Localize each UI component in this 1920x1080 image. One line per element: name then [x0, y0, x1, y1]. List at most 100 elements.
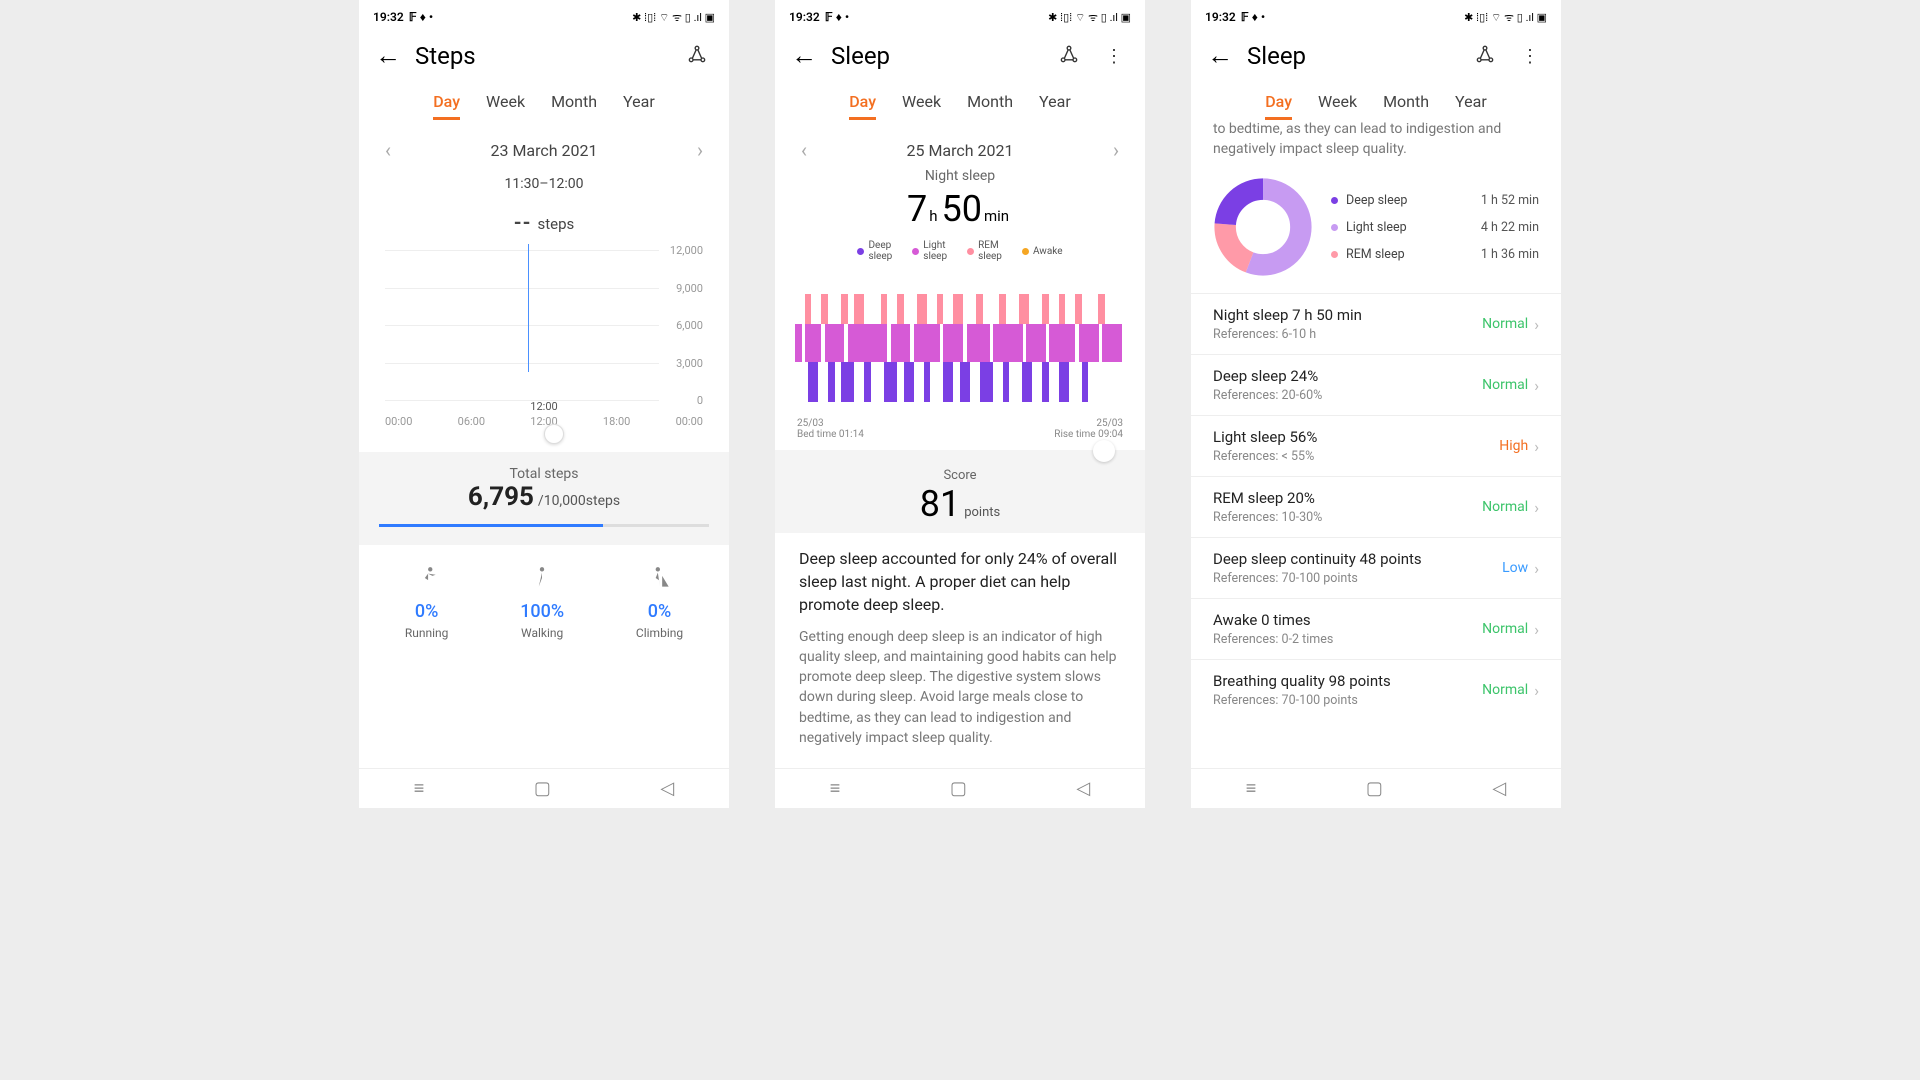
activity-pct: 0% [415, 601, 438, 622]
steps-chart[interactable]: 12,000 9,000 6,000 3,000 0 [385, 244, 703, 394]
back-button[interactable]: ← [1207, 43, 1233, 69]
metric-status: Low [1502, 560, 1528, 576]
metric-status: Normal [1482, 682, 1528, 698]
nav-back-icon[interactable]: ◁ [1492, 778, 1506, 799]
tab-year[interactable]: Year [1039, 92, 1071, 120]
nav-recent-icon[interactable]: ≡ [414, 778, 425, 799]
tab-day[interactable]: Day [849, 92, 876, 120]
xtick: 00:00 [385, 415, 412, 428]
header: ← Sleep ⋮ [775, 28, 1145, 78]
legend-time: 4 h 22 min [1481, 220, 1539, 235]
chevron-right-icon: › [1534, 376, 1539, 395]
metric-ref: References: 6-10 h [1213, 327, 1362, 342]
climbing-icon [647, 565, 673, 597]
score-label: Score [799, 468, 1121, 483]
nav-home-icon[interactable]: ▢ [1366, 778, 1383, 799]
share-icon[interactable] [1053, 44, 1085, 69]
android-navbar: ≡ ▢ ◁ [775, 768, 1145, 808]
more-icon[interactable]: ⋮ [1099, 46, 1129, 67]
ytick: 12,000 [659, 244, 703, 257]
legend-label: Awake [1033, 246, 1063, 257]
nav-home-icon[interactable]: ▢ [534, 778, 551, 799]
nav-recent-icon[interactable]: ≡ [1246, 778, 1257, 799]
nav-back-icon[interactable]: ◁ [660, 778, 674, 799]
chevron-right-icon: › [1534, 437, 1539, 456]
ytick: 0 [659, 394, 703, 407]
share-icon[interactable] [1469, 44, 1501, 69]
metric-row[interactable]: REM sleep 20%References: 10-30%Normal› [1191, 476, 1561, 537]
tab-month[interactable]: Month [551, 92, 597, 120]
metric-title: Awake 0 times [1213, 611, 1333, 629]
status-left-icons: 𝔽 ♦ • [1241, 10, 1265, 24]
chevron-right-icon: › [1534, 559, 1539, 578]
ytick: 6,000 [659, 319, 703, 332]
back-button[interactable]: ← [791, 43, 817, 69]
current-date: 25 March 2021 [906, 141, 1013, 160]
metric-title: Light sleep 56% [1213, 428, 1317, 446]
running-icon [414, 565, 440, 597]
legend-name: REM sleep [1346, 247, 1481, 262]
tab-week[interactable]: Week [902, 92, 941, 120]
score-value: 81 [920, 483, 960, 525]
x-axis: 00:00 06:00 12:00 18:00 00:00 [359, 413, 729, 428]
dot-icon [1331, 197, 1338, 204]
total-steps-card: Total steps 6,795 /10,000steps [359, 452, 729, 545]
slider-knob[interactable] [1093, 440, 1115, 462]
period-tabs: Day Week Month Year [1191, 78, 1561, 120]
metric-status: Normal [1482, 499, 1528, 515]
chart-cursor[interactable] [528, 244, 529, 372]
back-button[interactable]: ← [375, 43, 401, 69]
metric-title: REM sleep 20% [1213, 489, 1322, 507]
metric-ref: References: 10-30% [1213, 510, 1322, 525]
current-date: 23 March 2021 [490, 141, 597, 160]
nav-home-icon[interactable]: ▢ [950, 778, 967, 799]
prev-day-button[interactable]: ‹ [801, 138, 807, 162]
status-right-icons: ✱ ⁞▯⁞ ⌔ ᯤ ▯ .ıl ▣ [1464, 10, 1547, 25]
legend-name: Deep sleep [1346, 193, 1481, 208]
metric-row[interactable]: Deep sleep 24%References: 20-60%Normal› [1191, 354, 1561, 415]
activity-walking[interactable]: 100% Walking [520, 565, 564, 640]
metric-row[interactable]: Breathing quality 98 pointsReferences: 7… [1191, 659, 1561, 720]
activity-climbing[interactable]: 0% Climbing [636, 565, 683, 640]
next-day-button[interactable]: › [1113, 138, 1119, 162]
metric-row[interactable]: Awake 0 timesReferences: 0-2 timesNormal… [1191, 598, 1561, 659]
header: ← Sleep ⋮ [1191, 28, 1561, 78]
metric-row[interactable]: Night sleep 7 h 50 minReferences: 6-10 h… [1191, 293, 1561, 354]
dot-icon [912, 248, 919, 255]
metric-ref: References: 20-60% [1213, 388, 1322, 403]
tab-day[interactable]: Day [1265, 92, 1292, 120]
metric-row[interactable]: Light sleep 56% References: < 55% High › [1191, 415, 1561, 476]
metric-status: High [1499, 438, 1528, 454]
metric-row[interactable]: Deep sleep continuity 48 pointsReference… [1191, 537, 1561, 598]
stage-legend: Deep sleep Light sleep REM sleep Awake [775, 240, 1145, 262]
steps-unit: steps [537, 215, 574, 233]
sleep-stage-chart[interactable] [795, 284, 1125, 414]
activity-running[interactable]: 0% Running [405, 565, 449, 640]
activity-pct: 0% [648, 601, 671, 622]
tab-month[interactable]: Month [1383, 92, 1429, 120]
score-card: Score 81 points [775, 450, 1145, 533]
nav-recent-icon[interactable]: ≡ [830, 778, 841, 799]
legend-time: 1 h 36 min [1481, 247, 1539, 262]
sleep-donut-chart[interactable] [1213, 177, 1313, 277]
time-slider-knob[interactable] [544, 424, 564, 444]
tab-month[interactable]: Month [967, 92, 1013, 120]
screen-sleep-overview: 19:32𝔽 ♦ • ✱ ⁞▯⁞ ⌔ ᯤ ▯ .ıl ▣ ← Sleep ⋮ D… [775, 0, 1145, 808]
tab-week[interactable]: Week [1318, 92, 1357, 120]
metric-ref: References: < 55% [1213, 449, 1317, 464]
tab-year[interactable]: Year [623, 92, 655, 120]
tab-day[interactable]: Day [433, 92, 460, 120]
tab-week[interactable]: Week [486, 92, 525, 120]
metric-status: Normal [1482, 377, 1528, 393]
tab-year[interactable]: Year [1455, 92, 1487, 120]
activity-pct: 100% [520, 601, 564, 622]
xtick: 00:00 [676, 415, 703, 428]
page-title: Sleep [1247, 42, 1455, 70]
header: ← Steps [359, 28, 729, 78]
share-icon[interactable] [681, 44, 713, 69]
bed-label: Bed time 01:14 [797, 429, 864, 440]
next-day-button[interactable]: › [697, 138, 703, 162]
more-icon[interactable]: ⋮ [1515, 46, 1545, 67]
nav-back-icon[interactable]: ◁ [1076, 778, 1090, 799]
prev-day-button[interactable]: ‹ [385, 138, 391, 162]
